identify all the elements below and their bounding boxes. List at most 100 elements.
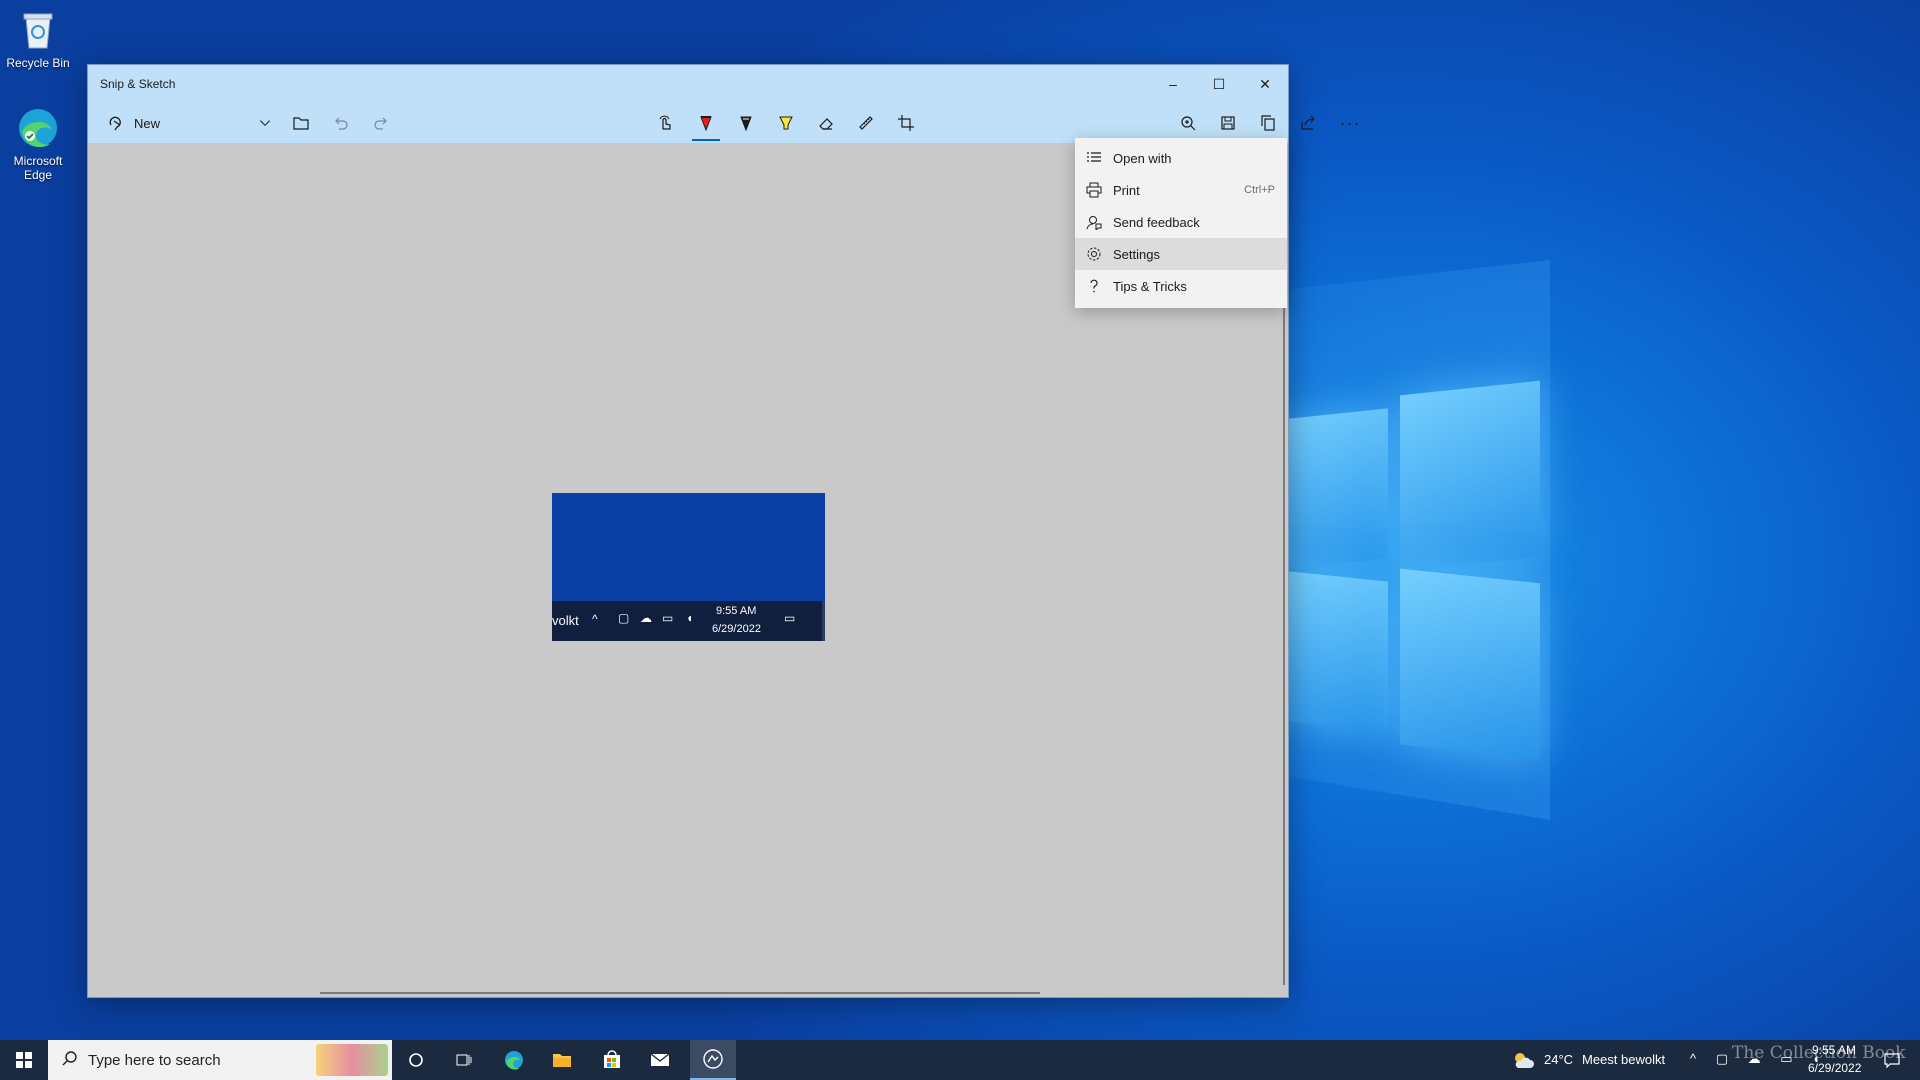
windows-start-icon	[16, 1052, 32, 1068]
feedback-icon	[1086, 214, 1102, 230]
new-snip-dropdown[interactable]	[248, 103, 282, 143]
touch-writing-button[interactable]	[646, 103, 684, 143]
folder-icon	[553, 1054, 571, 1067]
taskbar-mail[interactable]	[640, 1040, 680, 1080]
ballpoint-pen-icon	[700, 116, 712, 132]
crop-icon	[898, 115, 914, 131]
watermark: The Collection Book	[1732, 1043, 1906, 1063]
see-more-menu: Open with Print Ctrl+P Send feedback Set…	[1075, 138, 1287, 308]
vertical-scrollbar[interactable]	[1283, 295, 1285, 985]
recycle-bin-icon	[16, 8, 60, 52]
menu-item-settings[interactable]: Settings	[1075, 238, 1287, 270]
clock-date[interactable]: 6/29/2022	[1808, 1061, 1861, 1075]
see-more-button[interactable]: ···	[1330, 103, 1370, 143]
snip-image: volkt ^ ▢ ☁ ▭ ◖ 9:55 AM 6/29/2022 ▭	[552, 493, 825, 641]
crop-button[interactable]	[886, 103, 926, 143]
share-button[interactable]	[1288, 103, 1328, 143]
copy-button[interactable]	[1248, 103, 1288, 143]
snip-network-icon: ▭	[662, 611, 674, 625]
snip-meet-icon: ▢	[618, 611, 630, 625]
save-as-button[interactable]	[1208, 103, 1248, 143]
eraser-icon	[819, 118, 833, 130]
open-file-button[interactable]	[284, 103, 318, 143]
title-bar[interactable]: Snip & Sketch – ☐ ✕	[88, 65, 1288, 103]
undo-button[interactable]	[324, 103, 358, 143]
search-highlight-image	[316, 1044, 388, 1076]
gear-icon	[1086, 246, 1102, 262]
horizontal-scrollbar[interactable]	[320, 992, 1040, 994]
taskbar-file-explorer[interactable]	[542, 1040, 582, 1080]
store-icon	[604, 1050, 620, 1068]
snip-cloud-icon: ☁	[640, 611, 652, 625]
menu-item-open-with[interactable]: Open with	[1075, 142, 1287, 174]
zoom-button[interactable]	[1168, 103, 1208, 143]
task-view-button[interactable]	[444, 1040, 484, 1080]
menu-item-label: Open with	[1113, 150, 1172, 166]
menu-item-print[interactable]: Print Ctrl+P	[1075, 174, 1287, 206]
mail-icon	[650, 1053, 670, 1066]
snip-chevron-up-icon: ^	[592, 612, 598, 626]
weather-description[interactable]: Meest bewolkt	[1582, 1052, 1665, 1067]
ballpoint-pen-button[interactable]	[686, 103, 726, 143]
chevron-down-icon	[259, 120, 271, 127]
snip-edge	[822, 601, 825, 641]
menu-item-tips-tricks[interactable]: Tips & Tricks	[1075, 270, 1287, 302]
highlighter-icon	[779, 116, 793, 130]
taskbar-search-box[interactable]: Type here to search	[48, 1040, 392, 1080]
folder-icon	[293, 117, 309, 130]
copy-icon	[1261, 115, 1275, 131]
snip-weather-text: volkt	[552, 613, 579, 628]
taskbar-snip-sketch[interactable]	[690, 1040, 736, 1080]
taskbar: Type here to search 24°C Meest bewolkt ^…	[0, 1040, 1920, 1080]
task-view-icon	[456, 1054, 472, 1066]
edge-icon	[16, 106, 60, 150]
snip-volume-icon: ◖	[686, 611, 694, 625]
highlighter-button[interactable]	[766, 103, 806, 143]
cortana-button[interactable]	[396, 1040, 436, 1080]
edge-icon	[505, 1051, 523, 1070]
toolbar: New ···	[88, 103, 1359, 143]
pencil-button[interactable]	[726, 103, 766, 143]
menu-item-label: Send feedback	[1113, 214, 1200, 230]
zoom-in-icon	[1181, 116, 1196, 131]
taskbar-store[interactable]	[592, 1040, 632, 1080]
desktop-icon-label: Recycle Bin	[6, 56, 70, 70]
windows-logo-wallpaper	[1280, 380, 1540, 760]
snip-icon	[108, 113, 126, 134]
weather-temperature: 24°C	[1544, 1052, 1574, 1067]
snip-clock-date: 6/29/2022	[712, 623, 761, 635]
search-placeholder: Type here to search	[88, 1051, 221, 1069]
menu-item-label: Tips & Tricks	[1113, 278, 1187, 294]
taskbar-edge[interactable]	[494, 1040, 534, 1080]
maximize-button[interactable]: ☐	[1196, 65, 1242, 103]
snip-notification-icon: ▭	[784, 611, 796, 625]
start-button[interactable]	[0, 1040, 48, 1080]
redo-button[interactable]	[364, 103, 398, 143]
weather-icon	[1512, 1050, 1534, 1075]
desktop-icon-label: Microsoft Edge	[13, 154, 63, 182]
close-button[interactable]: ✕	[1242, 65, 1288, 103]
menu-item-send-feedback[interactable]: Send feedback	[1075, 206, 1287, 238]
redo-icon	[374, 117, 387, 130]
desktop-icon-edge[interactable]: Microsoft Edge	[0, 106, 76, 182]
new-button-label: New	[133, 115, 160, 131]
menu-item-label: Print	[1113, 182, 1140, 198]
menu-item-shortcut: Ctrl+P	[1244, 184, 1275, 196]
touch-writing-icon	[659, 115, 671, 130]
desktop-icon-recycle-bin[interactable]: Recycle Bin	[0, 8, 76, 70]
printer-icon	[1086, 182, 1102, 198]
undo-icon	[335, 117, 348, 130]
menu-item-label: Settings	[1113, 246, 1160, 262]
active-tool-indicator	[692, 139, 720, 141]
minimize-button[interactable]: –	[1150, 65, 1196, 103]
snip-clock-time: 9:55 AM	[716, 605, 757, 617]
snip-taskbar: volkt ^ ▢ ☁ ▭ ◖ 9:55 AM 6/29/2022 ▭	[552, 601, 825, 641]
ruler-button[interactable]	[846, 103, 886, 143]
share-icon	[1301, 115, 1315, 130]
snip-sketch-icon	[703, 1049, 723, 1069]
eraser-button[interactable]	[806, 103, 846, 143]
question-icon	[1086, 278, 1102, 294]
cortana-icon	[409, 1053, 423, 1067]
save-icon	[1221, 116, 1235, 130]
new-snip-button[interactable]: New	[98, 103, 170, 143]
